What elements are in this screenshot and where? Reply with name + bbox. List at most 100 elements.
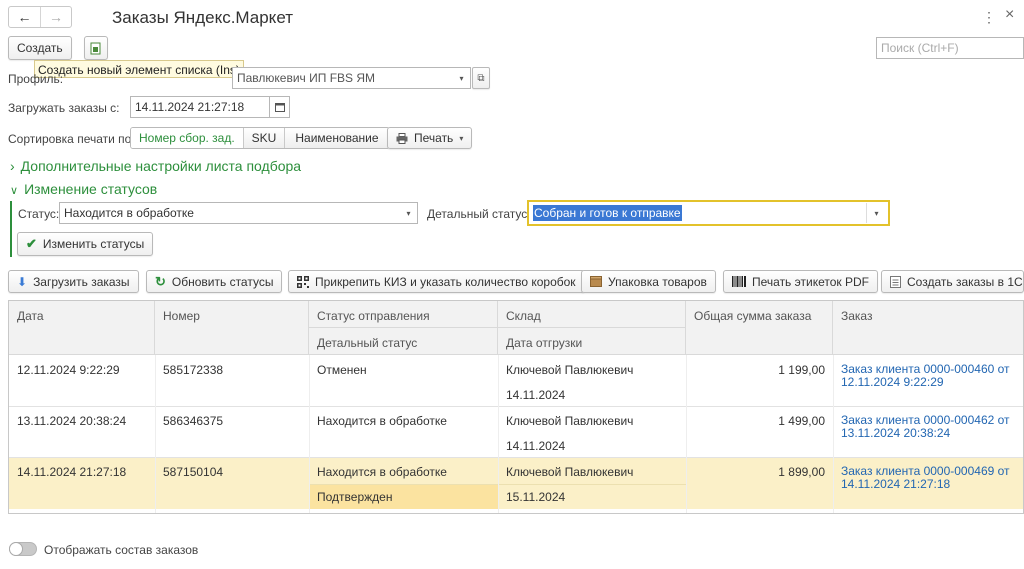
cell-detail-status[interactable]: Подтвержден [309,490,400,504]
checkmark-icon: ✔ [26,236,37,251]
detail-status-value: Собран и готов к отправке [533,205,682,221]
sort-segmented-control: Номер сбор. зад. SKU Наименование [130,127,390,149]
header-ship-date[interactable]: Дата отгрузки [498,328,686,355]
header-date[interactable]: Дата [9,301,155,355]
calendar-icon [274,103,285,112]
create-button-label: Создать [17,41,63,55]
header-date-label: Дата [17,309,44,323]
refresh-statuses-label: Обновить статусы [171,274,274,289]
cell-order-link[interactable]: Заказ клиента 0000-000469 от 14.11.2024 … [833,465,1018,491]
close-icon[interactable]: × [1005,6,1014,24]
copy-doc-icon [90,42,101,54]
chevron-right-icon: › [10,158,15,174]
create-orders-button[interactable]: Создать заказы в 1С [881,270,1024,293]
sort-option-number[interactable]: Номер сбор. зад. [131,128,244,148]
refresh-statuses-button[interactable]: ↻ Обновить статусы [146,270,283,293]
header-order[interactable]: Заказ [833,301,1023,355]
load-orders-button[interactable]: ⬇ Загрузить заказы [8,270,139,293]
copy-button[interactable] [84,36,108,60]
chevron-down-icon: ∨ [10,185,19,197]
extra-settings-group[interactable]: › Дополнительные настройки листа подбора [10,158,301,174]
search-input[interactable]: Поиск (Ctrl+F) [876,37,1024,59]
header-total[interactable]: Общая сумма заказа [686,301,833,355]
page-title: Заказы Яндекс.Маркет [112,8,293,27]
chevron-down-icon: ▾ [406,208,411,218]
header-detail-status[interactable]: Детальный статус [309,328,498,355]
forward-button[interactable]: → [41,7,71,27]
status-label: Статус: [18,207,60,221]
orders-table[interactable]: Дата Номер Статус отправления Детальный … [8,300,1024,514]
cell-total: 1 499,00 [778,414,825,428]
print-button[interactable]: Печать ▾ [387,127,473,149]
calendar-button[interactable] [270,96,290,118]
cell-number: 586346375 [163,414,224,428]
profile-field[interactable]: Павлюкевич ИП FBS ЯМ [232,67,454,89]
packing-button[interactable]: Упаковка товаров [581,270,716,293]
status-field[interactable]: Находится в обработке [59,202,401,224]
detail-status-dropdown-button[interactable]: ▾ [866,203,886,223]
cell-order-link[interactable]: Заказ клиента 0000-000462 от 13.11.2024 … [833,414,1018,440]
table-row[interactable]: 13.11.2024 20:38:24 586346375 Находится … [9,406,1023,457]
sort-option-name[interactable]: Наименование [285,128,389,148]
header-ship-date-label: Дата отгрузки [506,336,583,350]
load-from-date-input[interactable]: 14.11.2024 21:27:18 [130,96,270,118]
cell-date: 13.11.2024 20:38:24 [17,414,127,428]
header-warehouse[interactable]: Склад [498,301,686,328]
printer-icon [396,132,408,144]
cell-total: 1 899,00 [778,465,825,479]
qr-code-icon [297,275,309,288]
status-change-group[interactable]: ∨ Изменение статусов [10,181,157,197]
search-placeholder: Поиск (Ctrl+F) [881,41,959,55]
column-divider [686,355,687,513]
load-from-value: 14.11.2024 21:27:18 [135,100,245,114]
status-dropdown-button[interactable]: ▾ [400,202,418,224]
sort-option-sku[interactable]: SKU [243,128,286,148]
load-from-label: Загружать заказы с: [8,101,120,115]
table-row[interactable]: 12.11.2024 9:22:29 585172338 Отменен Клю… [9,355,1023,406]
box-icon [590,276,602,287]
back-button[interactable]: ← [9,7,41,27]
show-composition-toggle[interactable] [9,542,37,556]
arrow-right-icon: → [49,9,63,25]
more-menu-icon[interactable]: ⋮ [982,9,996,26]
profile-dropdown-button[interactable]: ▾ [453,67,471,89]
sort-option-name-label: Наименование [295,131,379,145]
load-orders-label: Загрузить заказы [33,274,130,289]
header-warehouse-label: Склад [506,309,541,323]
create-orders-label: Создать заказы в 1С [907,274,1023,289]
cell-number: 587150104 [163,465,224,479]
cell-total: 1 199,00 [778,363,825,377]
chevron-down-icon: ▾ [874,208,879,218]
profile-open-button[interactable]: ⧉ [472,67,490,89]
barcode-icon [732,276,746,287]
sort-option-number-label: Номер сбор. зад. [139,131,235,145]
extra-settings-label: Дополнительные настройки листа подбора [20,158,302,174]
attach-kiz-button[interactable]: Прикрепить КИЗ и указать количество коро… [288,270,585,293]
tooltip: Создать новый элемент списка (Ins) [34,60,244,78]
status-value: Находится в обработке [64,206,194,220]
cell-number: 585172338 [163,363,224,377]
cell-order-link[interactable]: Заказ клиента 0000-000460 от 12.11.2024 … [833,363,1018,389]
status-change-label: Изменение статусов [24,181,158,197]
cell-warehouse: Ключевой Павлюкевич [506,414,634,428]
attach-kiz-label: Прикрепить КИЗ и указать количество коро… [315,274,576,289]
tooltip-text: Создать новый элемент списка (Ins) [38,63,240,77]
detail-status-field[interactable]: Собран и готов к отправке [527,200,890,226]
print-labels-label: Печать этикеток PDF [752,274,869,289]
refresh-icon: ↻ [155,273,166,289]
nav-buttons: ← → [8,6,72,28]
change-status-button[interactable]: ✔ Изменить статусы [17,232,154,256]
sort-label: Сортировка печати по: [8,132,135,146]
header-ship-status[interactable]: Статус отправления [309,301,498,328]
cell-ship-date: 14.11.2024 [506,439,566,453]
cell-ship-date: 15.11.2024 [506,490,566,504]
order-link-line2: 12.11.2024 9:22:29 [841,375,944,389]
table-row-selected[interactable]: 14.11.2024 21:27:18 587150104 Находится … [9,458,1023,509]
header-number[interactable]: Номер [155,301,309,355]
arrow-left-icon: ← [17,9,32,25]
create-button[interactable]: Создать [8,36,72,60]
order-link-line2: 14.11.2024 21:27:18 [841,477,951,491]
show-composition-label: Отображать состав заказов [44,543,199,557]
print-labels-button[interactable]: Печать этикеток PDF [723,270,878,293]
cell-date: 12.11.2024 9:22:29 [17,363,120,377]
